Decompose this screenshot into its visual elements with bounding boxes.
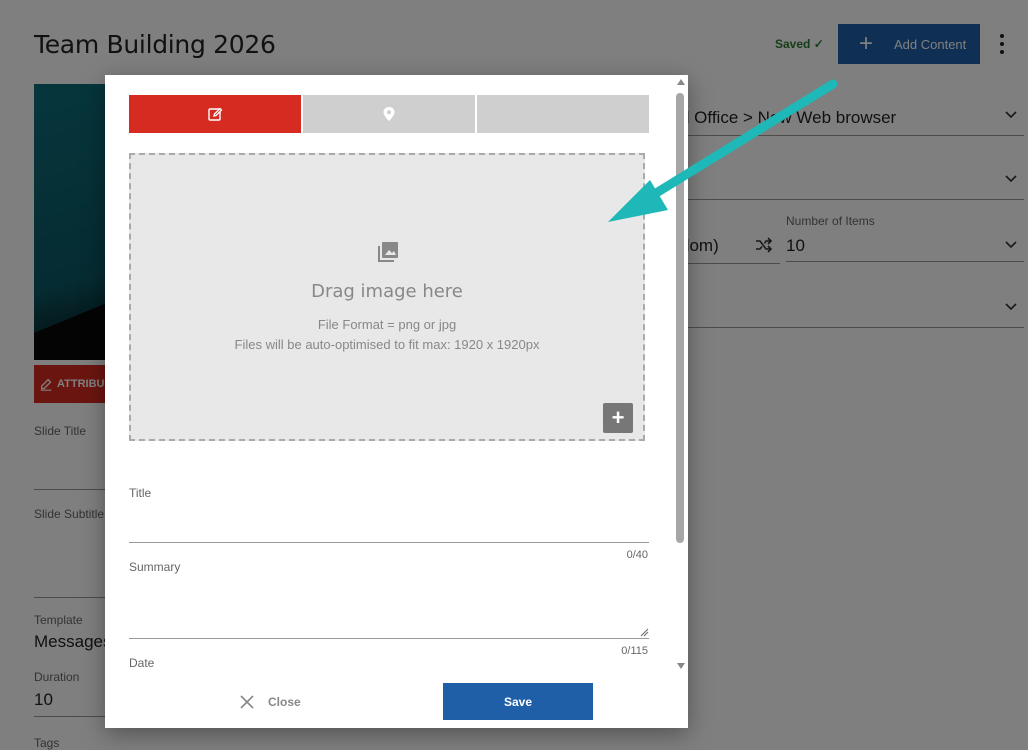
modal-scrollbar[interactable] [675, 75, 688, 675]
title-counter: 0/40 [626, 549, 648, 561]
image-upload-modal: Drag image here File Format = png or jpg… [105, 75, 688, 728]
date-label: Date [129, 656, 155, 670]
tab-location[interactable] [303, 95, 475, 133]
scrollbar-thumb[interactable] [676, 93, 684, 543]
tab-third[interactable] [477, 95, 649, 133]
add-image-button[interactable]: + [603, 403, 633, 433]
edit-icon [208, 107, 223, 121]
title-input[interactable] [129, 542, 649, 543]
dropzone-optimise-note: Files will be auto-optimised to fit max:… [234, 337, 540, 352]
modal-tabs [129, 95, 649, 133]
tab-edit[interactable] [129, 95, 301, 133]
close-label: Close [268, 695, 301, 709]
plus-icon: + [611, 405, 625, 430]
summary-counter: 0/115 [621, 645, 648, 657]
save-button[interactable]: Save [443, 683, 593, 720]
dropzone-file-format: File Format = png or jpg [317, 317, 457, 332]
image-dropzone[interactable]: Drag image here File Format = png or jpg… [129, 153, 645, 441]
image-gallery-icon [377, 241, 399, 268]
dropzone-title: Drag image here [311, 281, 463, 302]
close-icon [240, 695, 254, 709]
scroll-up-icon[interactable] [677, 79, 685, 85]
close-button[interactable]: Close [240, 687, 301, 717]
resize-handle-icon[interactable] [639, 627, 649, 637]
summary-label: Summary [129, 560, 181, 574]
summary-textarea[interactable] [129, 638, 649, 639]
scroll-down-icon[interactable] [677, 663, 685, 669]
location-pin-icon [383, 107, 395, 121]
title-label: Title [129, 486, 152, 500]
